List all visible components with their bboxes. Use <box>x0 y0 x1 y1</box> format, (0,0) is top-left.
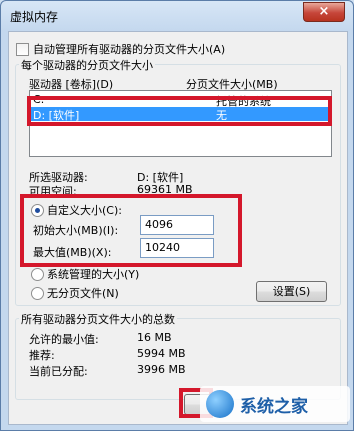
watermark-text: 系统之家 <box>240 397 308 417</box>
totals-group-title: 所有驱动器分页文件大小的总数 <box>19 311 177 327</box>
min-allowed-label: 允许的最小值: <box>29 333 99 346</box>
annotation-box-list <box>27 96 332 126</box>
watermark: 系统之家 <box>200 386 350 422</box>
current-allocated-value: 3996 MB <box>137 363 186 376</box>
system-managed-radio[interactable] <box>31 268 44 281</box>
recommended-value: 5994 MB <box>137 347 186 360</box>
title-bar: 虚拟内存 × <box>1 1 353 29</box>
window-title: 虚拟内存 <box>10 10 59 24</box>
recommended-label: 推荐: <box>29 349 55 362</box>
no-paging-label[interactable]: 无分页文件(N) <box>47 285 119 301</box>
paging-file-group-title: 每个驱动器的分页文件大小 <box>19 57 155 73</box>
min-allowed-value: 16 MB <box>137 331 172 344</box>
no-paging-radio[interactable] <box>31 287 44 300</box>
auto-manage-checkbox[interactable] <box>16 43 29 56</box>
watermark-logo-icon <box>206 390 234 418</box>
dialog-client-area: 自动管理所有驱动器的分页文件大小(A) 每个驱动器的分页文件大小 驱动器 [卷标… <box>8 31 348 425</box>
dialog-window: 虚拟内存 × 自动管理所有驱动器的分页文件大小(A) 每个驱动器的分页文件大小 … <box>0 0 354 431</box>
system-managed-label[interactable]: 系统管理的大小(Y) <box>47 266 139 282</box>
auto-manage-label[interactable]: 自动管理所有驱动器的分页文件大小(A) <box>33 41 225 57</box>
set-button[interactable]: 设置(S) <box>256 281 327 302</box>
annotation-box-custom <box>20 194 242 267</box>
current-allocated-label: 当前已分配: <box>29 365 88 378</box>
close-icon: × <box>318 4 330 19</box>
close-button[interactable]: × <box>303 2 345 22</box>
